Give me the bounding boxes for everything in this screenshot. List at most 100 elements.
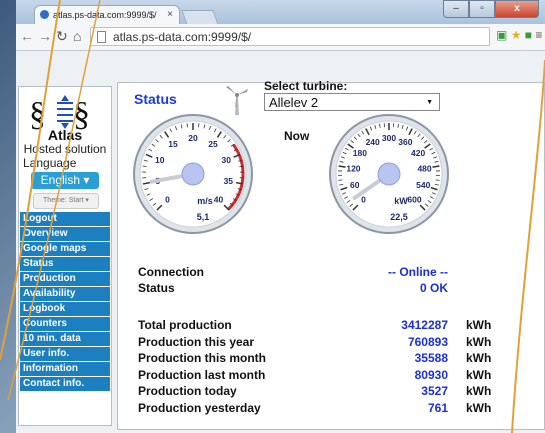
extension-icon[interactable]: ▣: [496, 28, 507, 42]
gauge-unit: m/s: [197, 196, 213, 206]
back-arrow-icon[interactable]: ←: [20, 28, 34, 44]
gauge-tick-label: 40: [214, 194, 224, 204]
production-unit: kWh: [466, 318, 492, 332]
production-value: 35588: [414, 351, 448, 365]
production-label: Production last month: [138, 367, 266, 382]
language-button[interactable]: English ▾: [31, 172, 99, 189]
connection-value: -- Online --: [388, 265, 448, 279]
gauge-tick-label: 10: [155, 155, 165, 165]
production-label: Production this year: [138, 334, 255, 349]
maximize-button[interactable]: ▫: [469, 0, 495, 18]
pb-extension-icon[interactable]: ■: [525, 28, 532, 42]
now-label: Now: [284, 129, 310, 143]
page-title: Status: [134, 91, 177, 107]
gauge-tick-label: 0: [361, 194, 366, 204]
page-icon: [97, 31, 106, 43]
theme-button[interactable]: Theme: Start ▾: [33, 193, 99, 209]
production-unit: kWh: [466, 400, 492, 415]
url-text: atlas.ps-data.com:9999/$/: [113, 30, 252, 44]
close-button[interactable]: x: [495, 0, 539, 18]
menu-item-counters[interactable]: Counters: [20, 317, 110, 331]
connection-label: Connection: [138, 265, 204, 279]
gauge-tick-label: 35: [224, 176, 234, 186]
production-value: 3527: [421, 384, 448, 398]
menu-icon[interactable]: ≡: [535, 28, 542, 42]
gauge-tick-label: 15: [168, 139, 178, 149]
browser-titlebar: atlas.ps-data.com:9999/$/ × – ▫ x: [16, 0, 545, 25]
turbine-select[interactable]: Allelev 2 ▼: [264, 93, 440, 111]
gauge-tick-label: 30: [222, 155, 232, 165]
menu-item-10-min-data[interactable]: 10 min. data: [20, 332, 110, 346]
gauge-tick-label: 180: [353, 148, 367, 158]
production-value: 3412287: [401, 318, 448, 332]
menu-item-information[interactable]: Information: [20, 362, 110, 376]
brand-name: Atlas: [47, 127, 83, 143]
gauge-tick-label: 0: [165, 194, 170, 204]
favicon-icon: [40, 10, 49, 19]
gauge-tick-label: 300: [382, 133, 396, 143]
browser-tab[interactable]: atlas.ps-data.com:9999/$/ ×: [34, 5, 180, 24]
sidebar-menu: Logout Overview Google maps Status Produ…: [20, 212, 110, 392]
production-unit: kWh: [466, 384, 492, 398]
menu-item-user-info[interactable]: User info.: [20, 347, 110, 361]
toolbar-icons: ▣ ★ ■ ≡: [496, 28, 542, 42]
window-controls: – ▫ x: [443, 0, 539, 18]
gauge-tick: [338, 179, 343, 181]
gauge-value: 22,5: [390, 212, 408, 222]
home-icon[interactable]: ⌂: [73, 28, 81, 44]
chevron-down-icon: ▼: [426, 99, 433, 106]
forward-arrow-icon[interactable]: →: [38, 28, 52, 44]
new-tab-button[interactable]: [181, 10, 219, 25]
bookmark-star-icon[interactable]: ★: [511, 28, 522, 42]
production-value: 761: [427, 400, 448, 415]
menu-item-production[interactable]: Production: [20, 272, 110, 286]
tab-title: atlas.ps-data.com:9999/$/: [53, 10, 157, 20]
gauge-tick-label: 420: [411, 148, 425, 158]
production-label: Production this month: [138, 351, 266, 365]
gauge-tick-label: 25: [208, 139, 218, 149]
gauge-tick: [435, 179, 440, 181]
menu-item-contact-info[interactable]: Contact info.: [20, 377, 110, 391]
menu-item-logout[interactable]: Logout: [20, 212, 110, 226]
tagline: Hosted solution: [23, 142, 107, 156]
production-unit: kWh: [466, 351, 492, 365]
gauge-tick-label: 240: [366, 137, 380, 147]
gauge-tick-label: 60: [350, 180, 360, 190]
power-gauge: 060 120 180240 300 360420 480 540 600kW 22,5: [329, 114, 449, 234]
sidebar: § § Atlas Hosted solution Language Engli…: [18, 86, 112, 426]
reload-icon[interactable]: ↻: [56, 28, 68, 45]
gauge-tick-label: 480: [417, 163, 431, 173]
gauge-tick-label: 120: [346, 163, 360, 173]
menu-item-status[interactable]: Status: [20, 257, 110, 271]
menu-item-availability[interactable]: Availability: [20, 287, 110, 301]
tab-close-icon[interactable]: ×: [167, 6, 173, 24]
browser-toolbar: ← → ↻ ⌂ atlas.ps-data.com:9999/$/ ▣ ★ ■ …: [16, 24, 545, 51]
gauge-tick-label: 600: [407, 194, 421, 204]
production-unit: kWh: [466, 334, 492, 349]
menu-item-overview[interactable]: Overview: [20, 227, 110, 241]
selected-turbine: Allelev 2: [269, 95, 319, 110]
gauge-hub: [377, 162, 401, 186]
gauge-tick-label: 540: [416, 180, 430, 190]
status-panel: Status Select turbine: Allelev 2 ▼ Now 0…: [117, 79, 545, 430]
language-label: Language: [23, 156, 77, 170]
menu-item-google-maps[interactable]: Google maps: [20, 242, 110, 256]
wind-turbine-icon: [226, 86, 248, 115]
address-bar[interactable]: atlas.ps-data.com:9999/$/: [90, 27, 490, 46]
menu-item-logbook[interactable]: Logbook: [20, 302, 110, 316]
minimize-button[interactable]: –: [443, 0, 469, 18]
production-value: 80930: [414, 367, 448, 382]
gauge-tick-label: 20: [188, 133, 198, 143]
production-label: Production today: [138, 384, 237, 398]
production-value: 760893: [407, 334, 448, 349]
gauge-unit: kW: [394, 196, 408, 206]
production-unit: kWh: [466, 367, 492, 382]
gauge-value: 5,1: [197, 212, 210, 222]
gauge-hub: [181, 162, 205, 186]
status-label: Status: [138, 281, 175, 295]
gauge-tick-label: 360: [398, 137, 412, 147]
production-label: Production yesterday: [138, 400, 261, 415]
wind-speed-gauge: 0510152025303540m/s5,1: [133, 114, 253, 234]
production-label: Total production: [138, 318, 232, 332]
select-turbine-label: Select turbine:: [264, 79, 348, 93]
